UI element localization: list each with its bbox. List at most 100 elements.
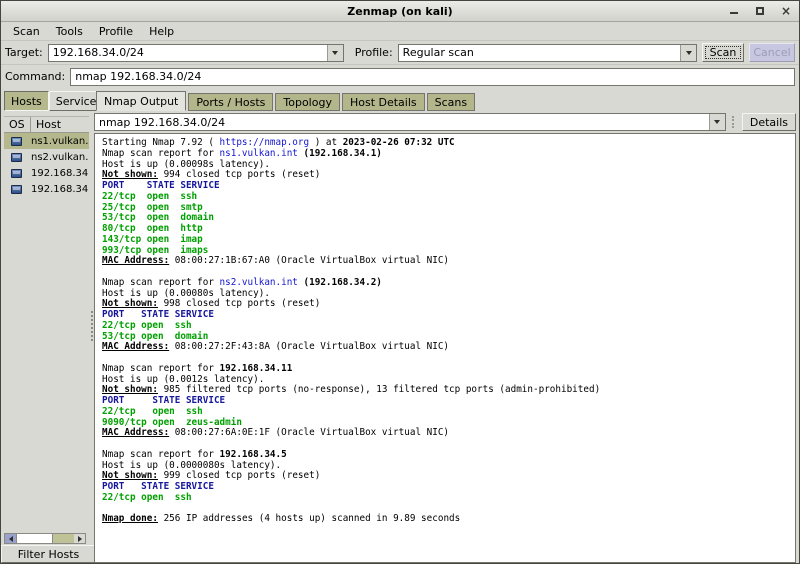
- output-text: Nmap scan report for: [102, 363, 220, 374]
- main-area: Hosts Services OS Host ns1.vulkan.i ns2.v…: [1, 88, 799, 563]
- results-panel: Nmap OutputPorts / HostsTopologyHost Det…: [94, 88, 799, 563]
- window-controls: ×: [729, 1, 791, 21]
- scroll-left-button[interactable]: [5, 534, 16, 543]
- output-text: MAC Address:: [102, 341, 169, 352]
- output-text: Host is up (0.00080s latency).: [102, 288, 270, 299]
- os-column-header[interactable]: OS: [4, 117, 31, 132]
- chevron-down-icon: [686, 51, 692, 55]
- profile-dropdown-button[interactable]: [680, 45, 696, 61]
- output-text: 2023-02-26 07:32 UTC: [343, 137, 455, 148]
- scan-combobox-dropdown[interactable]: [709, 114, 725, 130]
- scan-button[interactable]: Scan: [702, 43, 744, 62]
- output-text: Nmap scan report for: [102, 277, 220, 288]
- scan-combobox[interactable]: nmap 192.168.34.0/24: [94, 113, 726, 131]
- filter-hosts-button[interactable]: Filter Hosts: [1, 545, 96, 563]
- scroll-right-button[interactable]: [74, 534, 85, 543]
- host-name: 192.168.34.: [31, 168, 89, 179]
- menu-item-profile[interactable]: Profile: [91, 23, 141, 40]
- output-line: 53/tcp open domain: [102, 213, 795, 224]
- triangle-right-icon: [78, 536, 82, 542]
- output-text: Starting Nmap 7.92 (: [102, 137, 220, 148]
- output-line: 22/tcp open ssh: [102, 493, 795, 504]
- output-text: 994 closed tcp ports (reset): [158, 169, 320, 180]
- output-text: Not shown:: [102, 384, 158, 395]
- host-list-item[interactable]: 192.168.34.: [4, 165, 89, 181]
- output-text: Nmap scan report for: [102, 449, 220, 460]
- profile-input[interactable]: Regular scan: [399, 45, 680, 61]
- scrollbar-thumb[interactable]: [16, 534, 53, 543]
- tab-nmap-output[interactable]: Nmap Output: [96, 91, 186, 111]
- output-text: Host is up (0.0000080s latency).: [102, 460, 281, 471]
- host-list-item[interactable]: ns2.vulkan.i: [4, 149, 89, 165]
- menu-item-tools[interactable]: Tools: [48, 23, 91, 40]
- output-text: 08:00:27:6A:0E:1F (Oracle VirtualBox vir…: [169, 427, 449, 438]
- os-icon: [11, 185, 22, 194]
- output-line: Nmap done: 256 IP addresses (4 hosts up)…: [102, 514, 795, 525]
- tab-scans[interactable]: Scans: [427, 93, 475, 111]
- hosts-services-switch: Hosts Services: [4, 91, 89, 111]
- command-input[interactable]: nmap 192.168.34.0/24: [70, 68, 795, 86]
- output-line: PORT STATE SERVICE: [102, 181, 795, 192]
- output-text: Nmap done:: [102, 513, 158, 524]
- menu-item-scan[interactable]: Scan: [5, 23, 48, 40]
- profile-label: Profile:: [355, 46, 393, 59]
- output-text: 999 closed tcp ports (reset): [158, 470, 320, 481]
- host-name: ns2.vulkan.i: [31, 152, 89, 163]
- output-text: 25/tcp open smtp: [102, 202, 203, 213]
- menu-item-help[interactable]: Help: [141, 23, 182, 40]
- output-text: (192.168.34.2): [304, 277, 382, 288]
- output-text: ) at: [309, 137, 343, 148]
- output-text: 22/tcp open ssh: [102, 492, 192, 503]
- chevron-down-icon: [714, 120, 720, 124]
- host-list-item[interactable]: 192.168.34.: [4, 181, 89, 197]
- nmap-link[interactable]: https://nmap.org: [220, 137, 310, 148]
- details-button[interactable]: Details: [742, 113, 796, 131]
- host-name: 192.168.34.: [31, 184, 89, 195]
- target-combobox[interactable]: 192.168.34.0/24: [48, 44, 344, 62]
- output-line: 22/tcp open ssh: [102, 192, 795, 203]
- close-icon[interactable]: ×: [781, 6, 791, 16]
- scan-combobox-value[interactable]: nmap 192.168.34.0/24: [95, 114, 709, 130]
- nmap-link[interactable]: ns1.vulkan.int: [220, 148, 298, 159]
- host-list: ns1.vulkan.i ns2.vulkan.i 192.168.34. 192.1…: [4, 133, 89, 533]
- nmap-output-text[interactable]: Starting Nmap 7.92 ( https://nmap.org ) …: [94, 133, 796, 563]
- titlebar[interactable]: Zenmap (on kali) ×: [1, 1, 799, 22]
- output-text: 143/tcp open imap: [102, 234, 203, 245]
- chevron-down-icon: [332, 51, 338, 55]
- output-line: PORT STATE SERVICE: [102, 396, 795, 407]
- output-text: 08:00:27:2F:43:8A (Oracle VirtualBox vir…: [169, 341, 449, 352]
- horizontal-scrollbar[interactable]: [4, 533, 86, 544]
- output-text: 9090/tcp open zeus-admin: [102, 417, 242, 428]
- output-text: 256 IP addresses (4 hosts up) scanned in…: [158, 513, 460, 524]
- command-row: Command: nmap 192.168.34.0/24: [1, 65, 799, 88]
- tab-topology[interactable]: Topology: [275, 93, 340, 111]
- output-line: PORT STATE SERVICE: [102, 310, 795, 321]
- output-text: PORT STATE SERVICE: [102, 309, 214, 320]
- output-line: MAC Address: 08:00:27:6A:0E:1F (Oracle V…: [102, 428, 795, 439]
- output-text: Not shown:: [102, 298, 158, 309]
- hosts-button[interactable]: Hosts: [4, 91, 49, 111]
- window-title: Zenmap (on kali): [347, 5, 452, 18]
- host-list-header: OS Host: [4, 116, 89, 133]
- output-text: Host is up (0.0012s latency).: [102, 374, 264, 385]
- output-text: Nmap scan report for: [102, 148, 220, 159]
- tabbar: Nmap OutputPorts / HostsTopologyHost Det…: [94, 91, 796, 111]
- host-list-item[interactable]: ns1.vulkan.i: [4, 133, 89, 149]
- output-text: MAC Address:: [102, 255, 169, 266]
- scrollbar-track[interactable]: [53, 534, 74, 543]
- output-text: 998 closed tcp ports (reset): [158, 298, 320, 309]
- profile-combobox[interactable]: Regular scan: [398, 44, 697, 62]
- minimize-icon[interactable]: [729, 6, 739, 16]
- scan-selector-row: nmap 192.168.34.0/24 Details: [94, 111, 796, 133]
- target-input[interactable]: 192.168.34.0/24: [49, 45, 327, 61]
- output-text: 22/tcp open ssh: [102, 320, 192, 331]
- nmap-link[interactable]: ns2.vulkan.int: [220, 277, 298, 288]
- os-icon: [11, 137, 22, 146]
- target-dropdown-button[interactable]: [327, 45, 343, 61]
- tab-ports-hosts[interactable]: Ports / Hosts: [188, 93, 273, 111]
- maximize-icon[interactable]: [755, 6, 765, 16]
- tab-host-details[interactable]: Host Details: [342, 93, 425, 111]
- host-column-header[interactable]: Host: [31, 118, 89, 131]
- host-name: ns1.vulkan.i: [31, 136, 89, 147]
- output-text: 192.168.34.11: [220, 363, 293, 374]
